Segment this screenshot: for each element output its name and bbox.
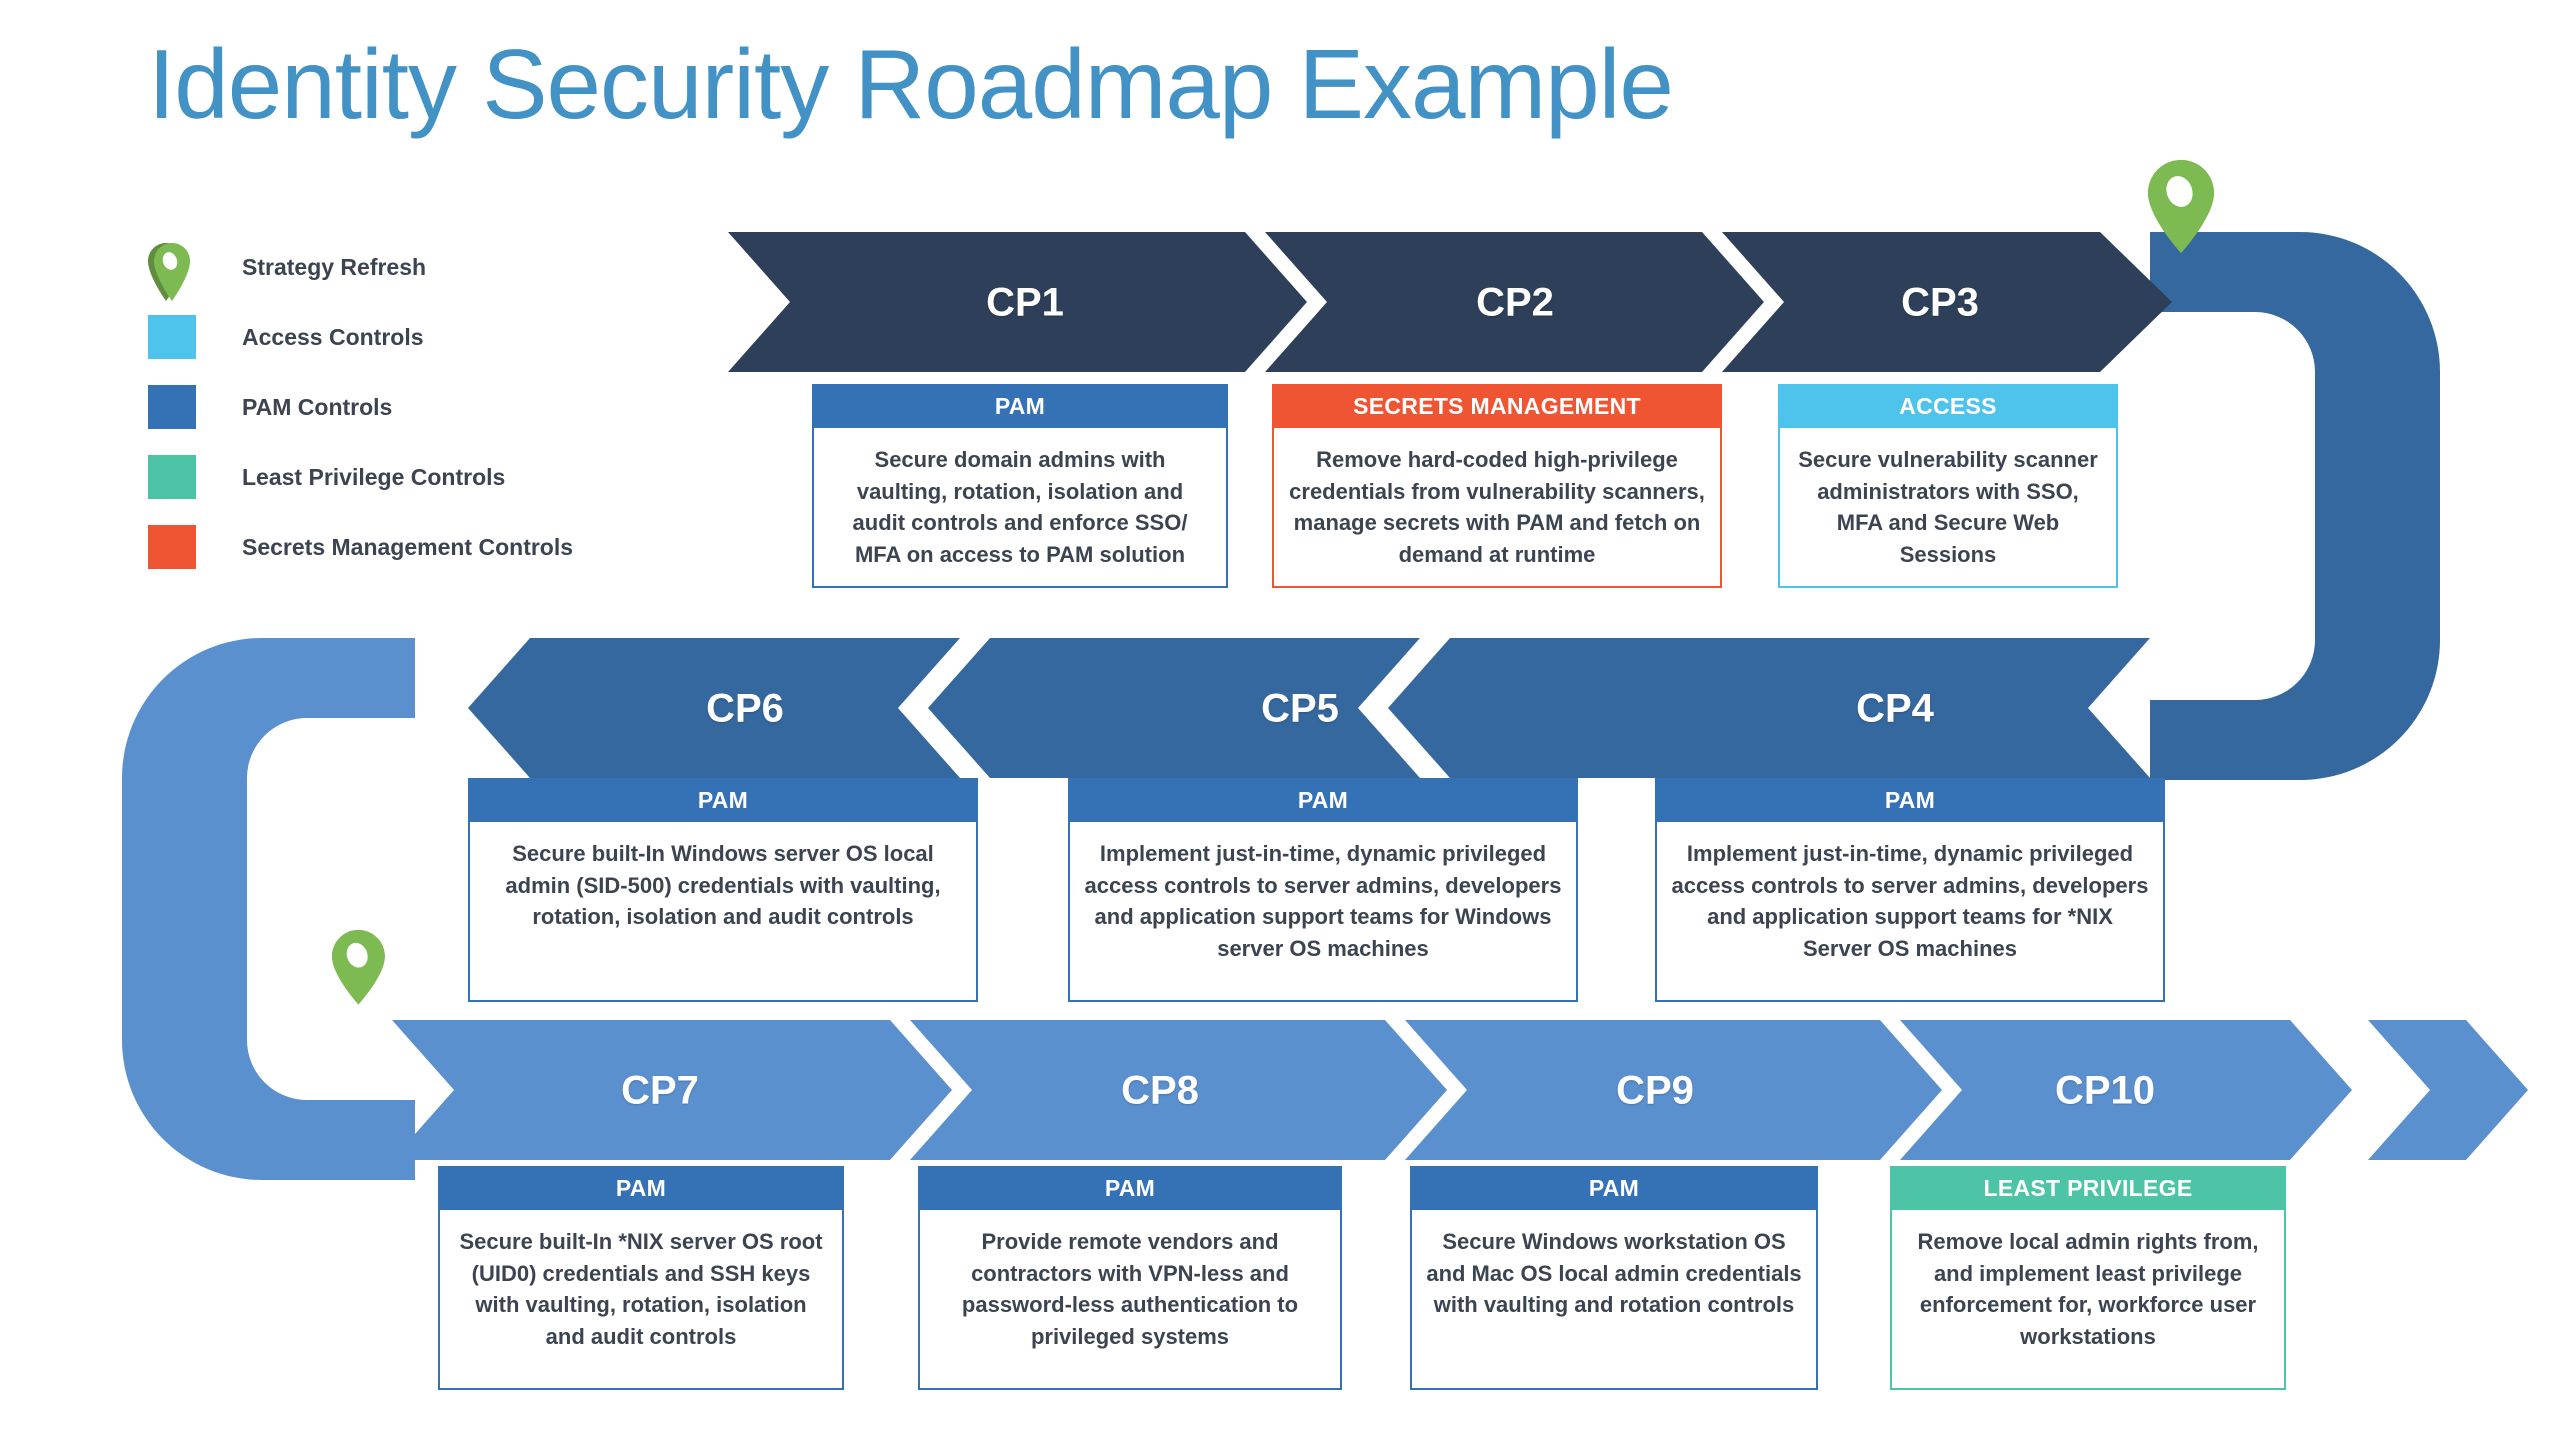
legend-item-label: PAM Controls	[242, 393, 393, 420]
detail-card-cp8[interactable]: PAM Provide remote vendors and contracto…	[918, 1166, 1342, 1390]
step-label-cp2: CP2	[1476, 280, 1554, 325]
step-label-cp1: CP1	[986, 280, 1064, 325]
color-swatch-icon	[148, 385, 196, 429]
detail-card-header: PAM	[468, 778, 978, 822]
step-label-cp8: CP8	[1121, 1068, 1199, 1113]
row2-step-arrow-cp4	[1388, 638, 2150, 778]
color-swatch-icon	[148, 455, 196, 499]
step-label-cp10: CP10	[2054, 1068, 2156, 1113]
detail-card-cp1[interactable]: PAM Secure domain admins with vaulting, …	[812, 384, 1228, 588]
legend-item-label: Least Privilege Controls	[242, 463, 506, 490]
strategy-refresh-marker-cp7	[332, 930, 385, 1005]
step-label-cp9: CP9	[1616, 1068, 1694, 1113]
map-pin-icon	[148, 243, 196, 301]
legend-item-label: Access Controls	[242, 323, 424, 350]
detail-card-text: Remove hard-coded high-privilege credent…	[1272, 428, 1722, 588]
connector-right-u-turn	[2150, 232, 2440, 780]
detail-card-cp4[interactable]: PAM Implement just-in-time, dynamic priv…	[1655, 778, 2165, 1002]
row2-step-arrow-cp5	[928, 638, 1420, 778]
legend-item-secrets-management-controls: Secrets Management Controls	[148, 512, 573, 582]
detail-card-header: PAM	[812, 384, 1228, 428]
detail-card-header: ACCESS	[1778, 384, 2118, 428]
color-swatch-icon	[148, 525, 196, 569]
legend-item-pam-controls: PAM Controls	[148, 372, 573, 442]
color-swatch-icon	[148, 315, 196, 359]
detail-card-text: Secure built-In Windows server OS local …	[468, 822, 978, 1002]
roadmap-diagram: Identity Security Roadmap Example Strate…	[0, 0, 2560, 1440]
step-label-cp3: CP3	[1901, 280, 1979, 325]
legend: Strategy Refresh Access Controls PAM Con…	[148, 232, 573, 582]
detail-card-text: Implement just-in-time, dynamic privileg…	[1655, 822, 2165, 1002]
detail-card-text: Secure Windows workstation OS and Mac OS…	[1410, 1210, 1818, 1390]
step-label-cp4: CP4	[1856, 686, 1934, 731]
detail-card-header: SECRETS MANAGEMENT	[1272, 384, 1722, 428]
step-label-cp7: CP7	[621, 1068, 699, 1113]
legend-item-least-privilege-controls: Least Privilege Controls	[148, 442, 573, 512]
legend-item-label: Secrets Management Controls	[242, 533, 574, 560]
step-label-cp5: CP5	[1261, 686, 1339, 731]
detail-card-header: LEAST PRIVILEGE	[1890, 1166, 2286, 1210]
connector-left-u-turn	[122, 638, 415, 1180]
legend-item-strategy-refresh: Strategy Refresh	[148, 232, 573, 302]
detail-card-text: Provide remote vendors and contractors w…	[918, 1210, 1342, 1390]
detail-card-text: Remove local admin rights from, and impl…	[1890, 1210, 2286, 1390]
step-label-cp6: CP6	[706, 686, 784, 731]
detail-card-cp6[interactable]: PAM Secure built-In Windows server OS lo…	[468, 778, 978, 1002]
detail-card-cp5[interactable]: PAM Implement just-in-time, dynamic priv…	[1068, 778, 1578, 1002]
detail-card-cp10[interactable]: LEAST PRIVILEGE Remove local admin right…	[1890, 1166, 2286, 1390]
detail-card-cp2[interactable]: SECRETS MANAGEMENT Remove hard-coded hig…	[1272, 384, 1722, 588]
detail-card-text: Secure built-In *NIX server OS root (UID…	[438, 1210, 844, 1390]
legend-item-label: Strategy Refresh	[242, 253, 427, 280]
detail-card-text: Implement just-in-time, dynamic privileg…	[1068, 822, 1578, 1002]
detail-card-cp7[interactable]: PAM Secure built-In *NIX server OS root …	[438, 1166, 844, 1390]
legend-item-access-controls: Access Controls	[148, 302, 573, 372]
detail-card-cp3[interactable]: ACCESS Secure vulnerability scanner admi…	[1778, 384, 2118, 588]
detail-card-header: PAM	[1410, 1166, 1818, 1210]
detail-card-text: Secure vulnerability scanner administrat…	[1778, 428, 2118, 588]
detail-card-cp9[interactable]: PAM Secure Windows workstation OS and Ma…	[1410, 1166, 1818, 1390]
detail-card-header: PAM	[1068, 778, 1578, 822]
detail-card-header: PAM	[918, 1166, 1342, 1210]
detail-card-text: Secure domain admins with vaulting, rota…	[812, 428, 1228, 588]
detail-card-header: PAM	[438, 1166, 844, 1210]
detail-card-header: PAM	[1655, 778, 2165, 822]
